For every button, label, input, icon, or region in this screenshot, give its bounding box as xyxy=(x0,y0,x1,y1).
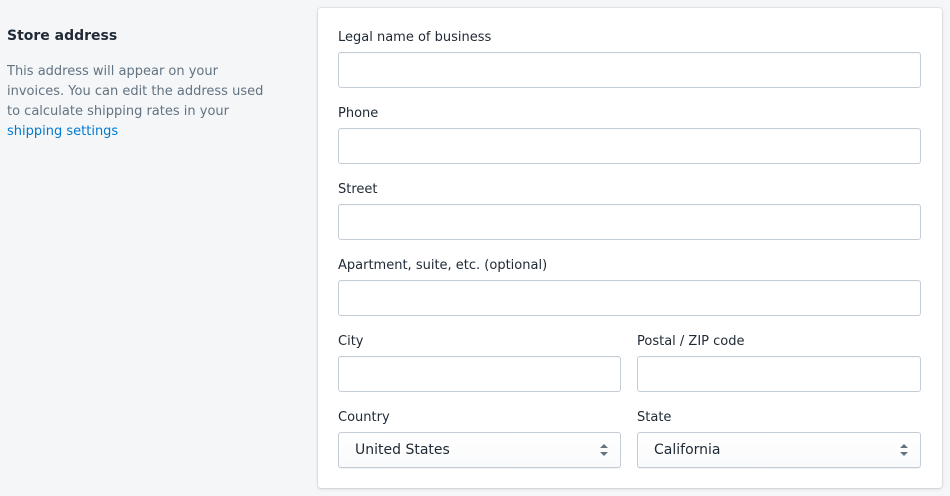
country-label: Country xyxy=(338,410,390,425)
country-select-value: United States xyxy=(355,442,450,458)
phone-label: Phone xyxy=(338,106,379,121)
postal-code-input[interactable] xyxy=(637,356,921,392)
street-label: Street xyxy=(338,182,378,197)
postal-code-label: Postal / ZIP code xyxy=(637,334,745,349)
chevron-up-down-icon xyxy=(600,444,608,456)
city-label: City xyxy=(338,334,364,349)
state-select-value: California xyxy=(654,442,721,458)
apartment-field: Apartment, suite, etc. (optional) xyxy=(338,256,921,316)
state-field: State California xyxy=(637,408,921,468)
country-field: Country United States xyxy=(338,408,621,468)
phone-field: Phone xyxy=(338,104,921,164)
section-title: Store address xyxy=(7,28,118,44)
shipping-settings-link[interactable]: shipping settings xyxy=(7,124,118,139)
country-select[interactable]: United States xyxy=(338,432,621,468)
postal-code-field: Postal / ZIP code xyxy=(637,332,921,392)
street-input[interactable] xyxy=(338,204,921,240)
street-field: Street xyxy=(338,180,921,240)
city-field: City xyxy=(338,332,621,392)
state-label: State xyxy=(637,410,672,425)
chevron-up-down-icon xyxy=(900,444,908,456)
apartment-label: Apartment, suite, etc. (optional) xyxy=(338,258,548,273)
store-address-card: Legal name of business Phone Street Apar… xyxy=(318,8,942,488)
legal-name-field: Legal name of business xyxy=(338,28,921,88)
legal-name-label: Legal name of business xyxy=(338,30,492,45)
section-description: This address will appear on your invoice… xyxy=(7,62,277,142)
section-description-text: This address will appear on your invoice… xyxy=(7,64,264,119)
legal-name-input[interactable] xyxy=(338,52,921,88)
apartment-input[interactable] xyxy=(338,280,921,316)
phone-input[interactable] xyxy=(338,128,921,164)
state-select[interactable]: California xyxy=(637,432,921,468)
section-description-panel: Store address This address will appear o… xyxy=(7,26,277,142)
city-input[interactable] xyxy=(338,356,621,392)
